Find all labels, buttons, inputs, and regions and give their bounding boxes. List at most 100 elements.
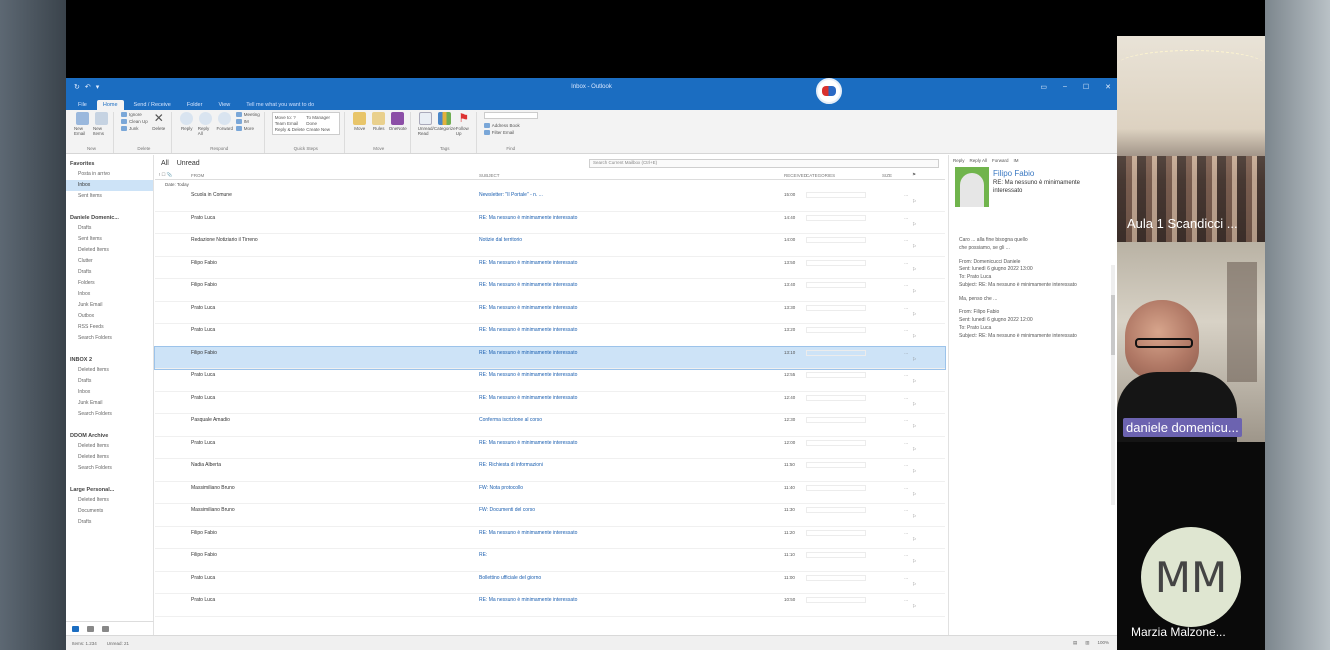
- table-row[interactable]: Pasquale Amadio Conferma iscrizione al co…: [155, 414, 945, 437]
- flag-icon[interactable]: ⚐: [912, 414, 932, 436]
- folder-item[interactable]: Sent Items: [66, 191, 153, 202]
- folder-item-inbox[interactable]: Inbox: [66, 180, 153, 191]
- message-categories[interactable]: [806, 189, 882, 211]
- clean-up-button[interactable]: Clean Up: [121, 119, 148, 124]
- flag-icon[interactable]: ⚐: [912, 302, 932, 324]
- table-row[interactable]: Prato Luca RE: Ma nessuno è minimamente i…: [155, 212, 945, 234]
- delete-button[interactable]: ✕ Delete: [151, 112, 167, 131]
- message-categories[interactable]: [806, 302, 882, 324]
- tab-home[interactable]: Home: [96, 100, 124, 110]
- im-link[interactable]: IM: [1014, 158, 1019, 163]
- message-categories[interactable]: [806, 437, 882, 459]
- message-categories[interactable]: [806, 279, 882, 301]
- folder-item[interactable]: Junk Email: [66, 398, 153, 409]
- flag-icon[interactable]: ⚐: [912, 257, 932, 279]
- folder-item[interactable]: Deleted Items: [66, 441, 153, 452]
- onenote-button[interactable]: OneNote: [389, 112, 407, 131]
- message-categories[interactable]: [806, 504, 882, 526]
- favorites-header[interactable]: Favorites: [66, 158, 153, 169]
- table-row[interactable]: Filipo Fabio RE: 11:10... ⚐: [155, 549, 945, 572]
- im-button[interactable]: IM: [235, 119, 260, 124]
- folder-item[interactable]: Drafts: [66, 376, 153, 387]
- flag-icon[interactable]: ⚐: [912, 234, 932, 256]
- quick-step-move[interactable]: Move to: ?: [275, 115, 306, 120]
- quick-step-to-manager[interactable]: To Manager: [306, 115, 337, 120]
- view-reading-icon[interactable]: ▥: [1085, 640, 1089, 646]
- participant-tile-speaker[interactable]: daniele domenicu...: [1117, 242, 1265, 442]
- column-subject[interactable]: SUBJECT: [479, 173, 784, 178]
- minimize-icon[interactable]: –: [1063, 83, 1067, 91]
- search-people-input[interactable]: [483, 112, 538, 119]
- table-row[interactable]: Massimiliano Bruno FW: Documenti del cors…: [155, 504, 945, 527]
- close-icon[interactable]: ✕: [1105, 83, 1111, 91]
- account-header[interactable]: DDOM Archive: [66, 430, 153, 441]
- tab-view[interactable]: View: [212, 100, 236, 110]
- message-categories[interactable]: [806, 392, 882, 414]
- quick-steps-gallery[interactable]: Move to: ? To Manager Team Email Done Re…: [271, 112, 340, 135]
- table-row[interactable]: Redazione Notiziario il Tirreno Notizie d…: [155, 234, 945, 257]
- sender-name[interactable]: Filipo Fabio: [993, 169, 1111, 178]
- folder-item[interactable]: Inbox: [66, 289, 153, 300]
- flag-icon[interactable]: ⚐: [912, 347, 932, 369]
- account-header[interactable]: Daniele Domenic...: [66, 212, 153, 223]
- column-size[interactable]: SIZE: [882, 173, 912, 178]
- folder-item[interactable]: Deleted Items: [66, 495, 153, 506]
- group-header[interactable]: Date: Today: [155, 180, 945, 189]
- folder-item[interactable]: Posta in arrivo: [66, 169, 153, 180]
- table-row[interactable]: Prato Luca RE: Ma nessuno è minimamente i…: [155, 302, 945, 324]
- table-row[interactable]: Filipo Fabio RE: Ma nessuno è minimamente…: [155, 257, 945, 279]
- more-button[interactable]: More: [235, 126, 260, 131]
- message-categories[interactable]: [806, 459, 882, 481]
- message-categories[interactable]: [806, 414, 882, 436]
- junk-button[interactable]: Junk: [121, 126, 148, 131]
- folder-item[interactable]: Sent Items: [66, 234, 153, 245]
- quick-step-reply-delete[interactable]: Reply & Delete: [275, 127, 306, 132]
- flag-icon[interactable]: ⚐: [912, 189, 932, 211]
- folder-item[interactable]: Drafts: [66, 223, 153, 234]
- flag-icon[interactable]: ⚐: [912, 392, 932, 414]
- flag-icon[interactable]: ⚐: [912, 504, 932, 526]
- flag-icon[interactable]: ⚐: [912, 549, 932, 571]
- reply-all-link[interactable]: Reply All: [970, 158, 988, 163]
- column-categories[interactable]: CATEGORIES: [806, 173, 882, 178]
- account-header[interactable]: INBOX 2: [66, 354, 153, 365]
- message-categories[interactable]: [806, 572, 882, 594]
- flag-icon[interactable]: ⚐: [912, 594, 932, 616]
- folder-item[interactable]: Search Folders: [66, 333, 153, 344]
- folder-item[interactable]: Outbox: [66, 311, 153, 322]
- message-categories[interactable]: [806, 549, 882, 571]
- folder-item[interactable]: Search Folders: [66, 409, 153, 420]
- table-row[interactable]: Filipo Fabio RE: Ma nessuno è minimamente…: [154, 345, 946, 370]
- forward-button[interactable]: Forward: [217, 112, 233, 131]
- reply-link[interactable]: Reply: [953, 158, 965, 163]
- forward-link[interactable]: Forward: [992, 158, 1009, 163]
- column-received[interactable]: RECEIVED: [784, 173, 807, 178]
- folder-item[interactable]: Search Folders: [66, 463, 153, 474]
- filter-all-tab[interactable]: All: [161, 160, 169, 167]
- folder-item[interactable]: Inbox: [66, 387, 153, 398]
- flag-icon[interactable]: ⚐: [912, 437, 932, 459]
- participant-tile-classroom[interactable]: Aula 1 Scandicci ...: [1117, 36, 1265, 242]
- table-row[interactable]: Scuola in Comune Newsletter: "Il Portale"…: [155, 189, 945, 212]
- folder-item[interactable]: Folders: [66, 278, 153, 289]
- message-categories[interactable]: [806, 234, 882, 256]
- participant-tile-avatar[interactable]: MM Marzia Malzone...: [1117, 442, 1265, 650]
- tab-send-receive[interactable]: Send / Receive: [128, 100, 177, 110]
- table-row[interactable]: Prato Luca RE: Ma nessuno è minimamente i…: [155, 369, 945, 392]
- table-row[interactable]: Prato Luca RE: Ma nessuno è minimamente i…: [155, 594, 945, 617]
- categorize-button[interactable]: Categorize: [434, 112, 456, 131]
- filter-unread-tab[interactable]: Unread: [177, 160, 200, 167]
- reply-button[interactable]: Reply: [179, 112, 195, 131]
- message-categories[interactable]: [806, 594, 882, 616]
- message-categories[interactable]: [806, 369, 882, 391]
- flag-icon[interactable]: ⚐: [912, 369, 932, 391]
- new-email-button[interactable]: New Email: [74, 112, 90, 136]
- maximize-icon[interactable]: ☐: [1083, 83, 1089, 91]
- table-row[interactable]: Massimiliano Bruno FW: Nota protocollo 11:…: [155, 482, 945, 504]
- folder-item[interactable]: Drafts: [66, 517, 153, 528]
- column-icons[interactable]: ! ☐ 📎: [159, 172, 191, 178]
- move-button[interactable]: Move: [352, 112, 368, 131]
- folder-item[interactable]: Documents: [66, 506, 153, 517]
- flag-icon[interactable]: ⚐: [912, 459, 932, 481]
- unread-read-button[interactable]: Unread/ Read: [418, 112, 434, 136]
